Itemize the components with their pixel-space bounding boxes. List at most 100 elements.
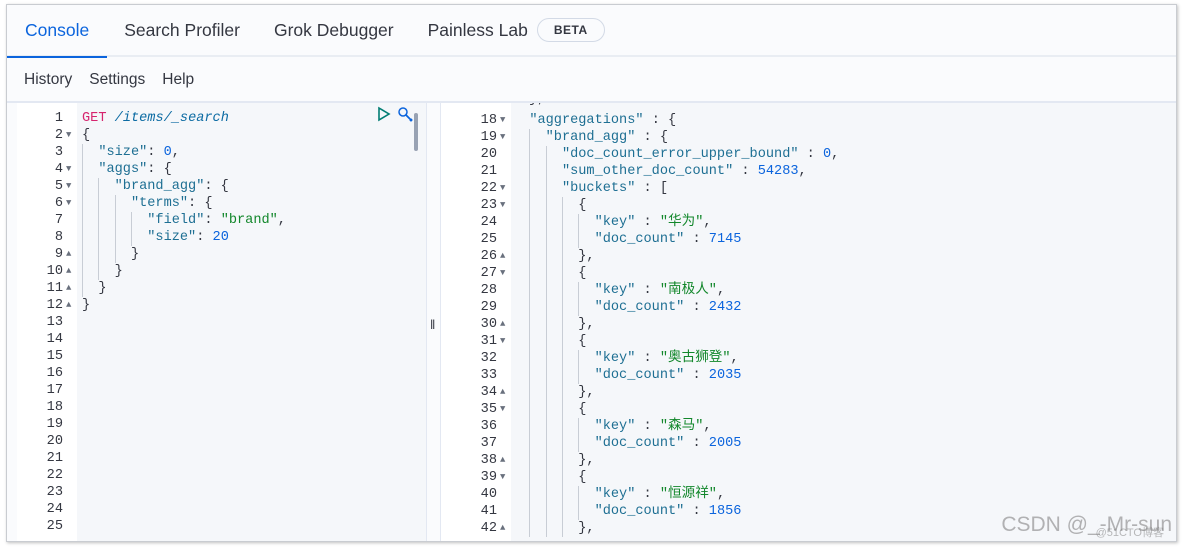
indent-guide (545, 333, 562, 350)
console-window: Console Search Profiler Grok Debugger Pa… (6, 4, 1177, 542)
token-punc: , (716, 487, 726, 502)
fold-down-icon[interactable]: ▼ (66, 161, 71, 178)
code-line: 3 "size": 0, (17, 144, 426, 161)
tab-console[interactable]: Console (7, 4, 108, 58)
token-key: "aggregations" (529, 113, 644, 128)
indent-guide (529, 197, 545, 214)
fold-down-icon[interactable]: ▼ (500, 129, 505, 146)
indent-guide (513, 265, 529, 282)
fold-down-icon[interactable]: ▼ (66, 178, 71, 195)
fold-down-icon[interactable]: ▼ (500, 265, 505, 282)
fold-up-icon[interactable]: ▲ (66, 246, 71, 263)
indent-guide (545, 316, 562, 333)
token-punc: : (798, 147, 823, 162)
code-line: 1 GET /items/_search (17, 110, 426, 127)
fold-up-icon[interactable]: ▲ (500, 248, 505, 265)
resize-handle-icon[interactable]: ‖ (430, 317, 435, 332)
indent-guide (529, 180, 545, 197)
code-content: } (82, 246, 139, 263)
settings-button[interactable]: Settings (89, 71, 145, 89)
code-content: "key" : "恒源祥", (513, 486, 725, 503)
code-content: "doc_count" : 7145 (513, 231, 741, 248)
fold-down-icon[interactable]: ▼ (500, 197, 505, 214)
code-content: } (82, 263, 123, 280)
code-content: }, (513, 248, 595, 265)
panel-resizer[interactable]: ‖ (426, 103, 441, 541)
line-number: 40 (480, 487, 497, 502)
indent-guide (561, 520, 578, 537)
token-punc: { (578, 402, 587, 417)
indent-guide (513, 503, 529, 520)
tab-grok-debugger[interactable]: Grok Debugger (257, 4, 411, 56)
help-button[interactable]: Help (162, 71, 194, 89)
tab-search-profiler[interactable]: Search Profiler (107, 4, 257, 56)
token-punc: }, (578, 385, 595, 400)
line-number: 23 (46, 485, 63, 500)
request-editor[interactable]: 1 GET /items/_search 2 ▼{3 "size": 0, 4 ▼ "aggs… (17, 103, 426, 541)
indent-guide (545, 401, 562, 418)
code-content: }, (513, 520, 595, 537)
fold-up-icon[interactable]: ▲ (500, 520, 505, 537)
fold-down-icon[interactable]: ▼ (500, 180, 505, 197)
token-punc: : (204, 213, 221, 228)
line-number: 18 (46, 400, 63, 415)
line-number: 11 (46, 281, 63, 296)
token-punc: , (703, 215, 712, 230)
fold-up-icon[interactable]: ▲ (500, 384, 505, 401)
tab-painless-lab[interactable]: Painless Lab (411, 4, 545, 56)
code-content: } (82, 297, 90, 314)
code-line: 39 ▼ { (441, 469, 1176, 486)
code-line: 36 "key" : "森马", (441, 418, 1176, 435)
code-line: 8 "size": 20 (17, 229, 426, 246)
indent-guide (114, 212, 131, 229)
fold-down-icon[interactable]: ▼ (500, 401, 505, 418)
token-punc: }, (578, 453, 595, 468)
code-content: }, (513, 384, 595, 401)
fold-up-icon[interactable]: ▲ (66, 297, 71, 314)
code-line: 22 ▼ "buckets" : [ (441, 180, 1176, 197)
fold-up-icon[interactable]: ▲ (500, 316, 505, 333)
token-punc: } (130, 247, 140, 262)
token-punc: } (114, 264, 123, 279)
indent-guide (561, 316, 578, 333)
line-number: 22 (46, 468, 63, 483)
indent-guide (114, 195, 131, 212)
code-line: 35 ▼ { (441, 401, 1176, 418)
code-line: 28 "key" : "南极人", (441, 282, 1176, 299)
code-line: 33 "doc_count" : 2035 (441, 367, 1176, 384)
line-number: 33 (480, 368, 497, 383)
fold-down-icon[interactable]: ▼ (500, 469, 505, 486)
code-line: 21 (17, 450, 426, 467)
watermark-secondary: @51CTO博客 (1095, 527, 1164, 539)
fold-up-icon[interactable]: ▲ (66, 280, 71, 297)
indent-guide (529, 384, 545, 401)
token-num: 2005 (708, 436, 742, 451)
indent-guide (545, 503, 562, 520)
token-punc: }, (578, 249, 595, 264)
fold-down-icon[interactable]: ▼ (66, 195, 71, 212)
code-line: 25 "doc_count" : 7145 (441, 231, 1176, 248)
line-number: 17 (46, 383, 63, 398)
indent-guide (98, 263, 114, 280)
history-button[interactable]: History (24, 71, 72, 89)
code-line: 4 ▼ "aggs": { (17, 161, 426, 178)
token-str: "南极人" (659, 283, 717, 298)
indent-guide (513, 350, 529, 367)
token-key: "key" (594, 351, 636, 366)
indent-guide (561, 350, 578, 367)
indent-guide (561, 265, 578, 282)
fold-down-icon[interactable]: ▼ (500, 112, 505, 129)
indent-guide (561, 231, 578, 248)
indent-guide (578, 299, 594, 316)
fold-up-icon[interactable]: ▲ (500, 452, 505, 469)
fold-up-icon[interactable]: ▲ (66, 263, 71, 280)
line-number: 24 (46, 502, 63, 517)
token-punc: : (635, 487, 660, 502)
fold-down-icon[interactable]: ▼ (66, 127, 71, 144)
line-number: 32 (480, 351, 497, 366)
indent-guide (545, 486, 562, 503)
indent-guide (513, 384, 529, 401)
line-number: 5 (54, 179, 63, 194)
indent-guide (513, 469, 529, 486)
fold-down-icon[interactable]: ▼ (500, 333, 505, 350)
